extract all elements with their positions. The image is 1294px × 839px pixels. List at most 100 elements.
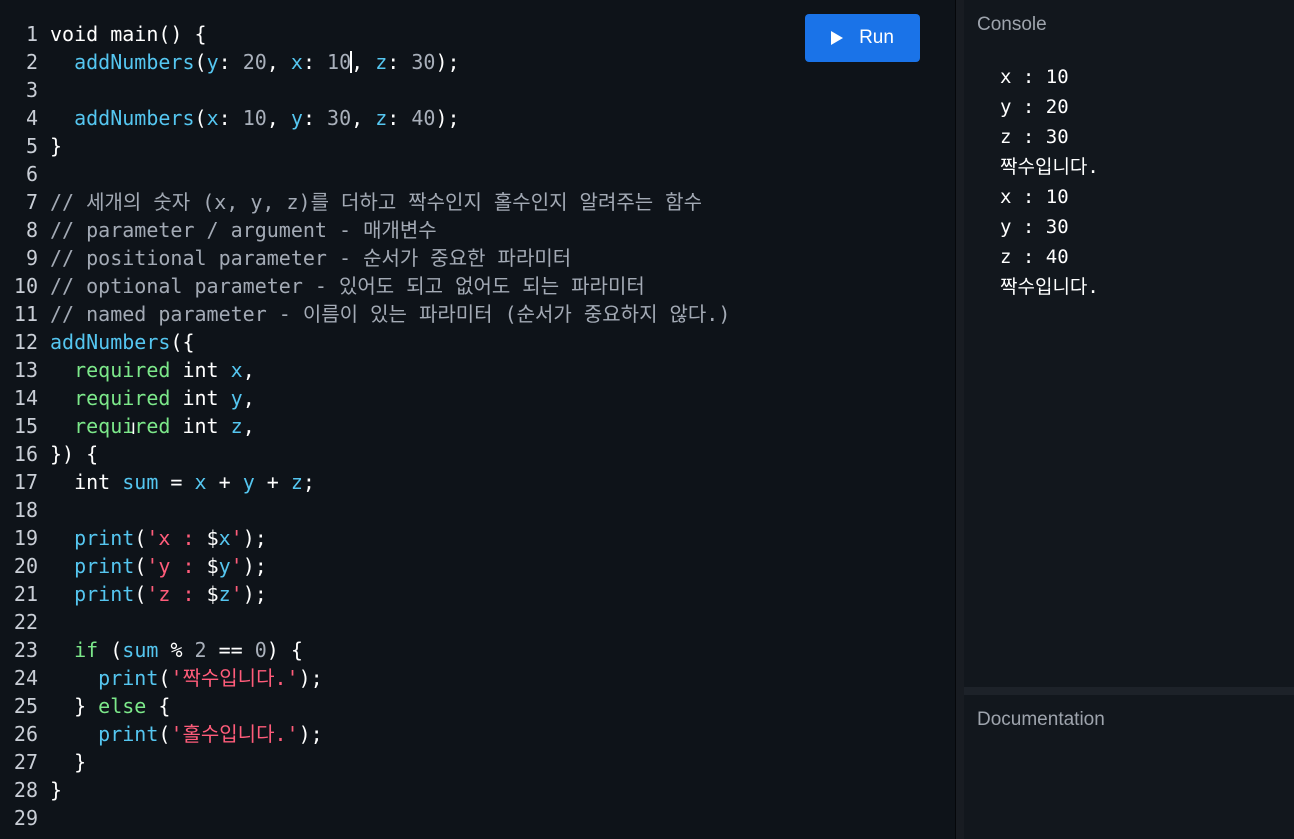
code-token: ==: [206, 638, 255, 662]
code-token: :: [218, 106, 243, 130]
code-line[interactable]: 29: [0, 804, 956, 832]
code-line[interactable]: 19 print('x : $x');: [0, 524, 956, 552]
code-token: $: [206, 526, 219, 550]
code-token: ,: [351, 106, 376, 130]
code-token: 'y :: [146, 554, 207, 578]
code-token: x: [218, 526, 231, 550]
code-line[interactable]: 22: [0, 608, 956, 636]
code-text[interactable]: int sum = x + y + z;: [50, 468, 315, 496]
panel-divider[interactable]: [956, 0, 964, 839]
code-line[interactable]: 18: [0, 496, 956, 524]
code-token: required: [74, 386, 171, 410]
code-line[interactable]: 13 required int x,: [0, 356, 956, 384]
code-line[interactable]: 3: [0, 76, 956, 104]
code-line[interactable]: 16}) {: [0, 440, 956, 468]
code-line[interactable]: 10 // optional parameter - 있어도 되고 없어도 되는 …: [0, 272, 956, 300]
code-token: z: [290, 470, 303, 494]
code-line[interactable]: 4 addNumbers(x: 10, y: 30, z: 40);: [0, 104, 956, 132]
code-text[interactable]: // 세개의 숫자 (x, y, z)를 더하고 짝수인지 홀수인지 알려주는 …: [50, 188, 702, 216]
code-line[interactable]: 28}: [0, 776, 956, 804]
code-token: :: [218, 50, 243, 74]
code-token: int: [182, 414, 219, 438]
line-number: 19: [13, 526, 38, 550]
code-editor[interactable]: 1 void main() {2 addNumbers(y: 20, x: 10,…: [0, 0, 956, 839]
code-line[interactable]: 15 required int z,: [0, 412, 956, 440]
code-text[interactable]: print('홀수입니다.');: [50, 720, 323, 748]
code-text[interactable]: required int y,: [50, 384, 255, 412]
code-lines[interactable]: 1 void main() {2 addNumbers(y: 20, x: 10,…: [0, 20, 956, 832]
line-number: 5: [25, 134, 38, 158]
code-line[interactable]: 17 int sum = x + y + z;: [0, 468, 956, 496]
code-text[interactable]: }: [50, 776, 62, 804]
line-number: 20: [13, 554, 38, 578]
run-button[interactable]: Run: [805, 14, 920, 62]
code-token: 10: [327, 50, 352, 74]
code-line[interactable]: 5}: [0, 132, 956, 160]
code-token: 10: [242, 106, 267, 130]
code-text[interactable]: void main() {: [50, 20, 207, 48]
code-text[interactable]: addNumbers(x: 10, y: 30, z: 40);: [50, 104, 459, 132]
code-token: z: [230, 414, 243, 438]
code-line[interactable]: 26 print('홀수입니다.');: [0, 720, 956, 748]
code-token: (: [194, 106, 207, 130]
console-line: x : 10: [1000, 66, 1069, 88]
code-line[interactable]: 12 addNumbers({: [0, 328, 956, 356]
code-token: x: [206, 106, 219, 130]
code-text[interactable]: } else {: [50, 692, 170, 720]
code-text[interactable]: }: [50, 748, 86, 776]
line-number: 11: [13, 302, 38, 326]
documentation-panel: Documentation: [964, 695, 1294, 839]
code-line[interactable]: 24 print('짝수입니다.');: [0, 664, 956, 692]
code-token: }) {: [50, 442, 99, 466]
panel-splitter[interactable]: [964, 687, 1294, 695]
code-token: =: [158, 470, 195, 494]
line-number: 26: [13, 722, 38, 746]
code-line[interactable]: 9 // positional parameter - 순서가 중요한 파라미터: [0, 244, 956, 272]
code-token: addNumbers: [74, 50, 195, 74]
line-number: 24: [13, 666, 38, 690]
code-line[interactable]: 27 }: [0, 748, 956, 776]
code-token: addNumbers: [50, 330, 171, 354]
code-line[interactable]: 7 // 세개의 숫자 (x, y, z)를 더하고 짝수인지 홀수인지 알려주는…: [0, 188, 956, 216]
code-line[interactable]: 21 print('z : $z');: [0, 580, 956, 608]
code-line[interactable]: 23 if (sum % 2 == 0) {: [0, 636, 956, 664]
code-token: );: [298, 722, 323, 746]
code-line[interactable]: 6: [0, 160, 956, 188]
code-text[interactable]: addNumbers(y: 20, x: 10, z: 30);: [50, 48, 459, 76]
code-text[interactable]: print('z : $z');: [50, 580, 267, 608]
code-text[interactable]: // optional parameter - 있어도 되고 없어도 되는 파라…: [50, 272, 645, 300]
code-text[interactable]: }) {: [50, 440, 98, 468]
code-text[interactable]: print('x : $x');: [50, 524, 267, 552]
code-token: :: [302, 106, 328, 130]
code-line[interactable]: 14 required int y,: [0, 384, 956, 412]
code-text[interactable]: print('y : $y');: [50, 552, 267, 580]
code-line[interactable]: 8 // parameter / argument - 매개변수: [0, 216, 956, 244]
code-text[interactable]: if (sum % 2 == 0) {: [50, 636, 303, 664]
code-text[interactable]: required int z,: [50, 412, 255, 440]
documentation-title: Documentation: [977, 709, 1105, 730]
code-line[interactable]: 11 // named parameter - 이름이 있는 파라미터 (순서가 …: [0, 300, 956, 328]
code-token: ,: [242, 386, 255, 410]
code-text[interactable]: // positional parameter - 순서가 중요한 파라미터: [50, 244, 571, 272]
code-text[interactable]: required int x,: [50, 356, 255, 384]
code-token: y: [206, 50, 219, 74]
code-token: y: [242, 470, 255, 494]
code-token: (: [194, 50, 207, 74]
code-line[interactable]: 25 } else {: [0, 692, 956, 720]
code-token: int: [74, 470, 111, 494]
code-text[interactable]: addNumbers({: [50, 328, 195, 356]
code-text[interactable]: }: [50, 132, 62, 160]
code-text[interactable]: print('짝수입니다.');: [50, 664, 322, 692]
code-token: print: [74, 526, 135, 550]
console-line: x : 10: [1000, 186, 1069, 208]
code-text[interactable]: // named parameter - 이름이 있는 파라미터 (순서가 중요…: [50, 300, 730, 328]
code-line[interactable]: 20 print('y : $y');: [0, 552, 956, 580]
code-token: // 세개의 숫자 (x, y, z)를 더하고 짝수인지 홀수인지 알려주는 …: [50, 190, 702, 214]
code-text[interactable]: // parameter / argument - 매개변수: [50, 216, 437, 244]
